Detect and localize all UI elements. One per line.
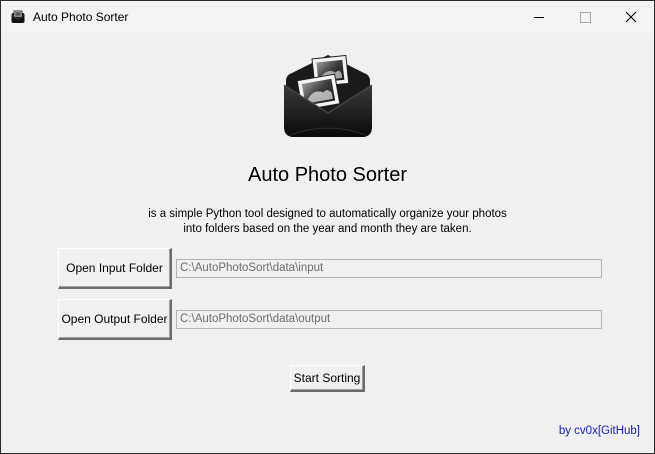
output-folder-path-field[interactable]: C:\AutoPhotoSort\data\output [176, 310, 602, 329]
photo-envelope-icon [11, 10, 25, 24]
window-title: Auto Photo Sorter [33, 10, 129, 24]
app-heading: Auto Photo Sorter [248, 164, 407, 186]
close-button[interactable] [608, 1, 654, 33]
input-folder-path-field[interactable]: C:\AutoPhotoSort\data\input [176, 259, 602, 278]
github-credit-link[interactable]: by cv0x[GitHub] [559, 425, 640, 437]
open-input-folder-button[interactable]: Open Input Folder [58, 248, 172, 289]
maximize-button[interactable] [562, 1, 608, 33]
minimize-icon [534, 17, 544, 18]
minimize-button[interactable] [516, 1, 562, 33]
start-sorting-button[interactable]: Start Sorting [290, 365, 365, 392]
title-bar[interactable]: Auto Photo Sorter [1, 1, 654, 33]
close-icon [625, 11, 637, 23]
app-description: is a simple Python tool designed to auto… [1, 207, 654, 237]
photo-envelope-logo [280, 51, 376, 139]
description-line: is a simple Python tool designed to auto… [148, 208, 507, 220]
description-line: into folders based on the year and month… [183, 223, 472, 235]
app-window: Auto Photo Sorter Auto Photo Sorter is a… [0, 0, 655, 454]
maximize-icon [580, 12, 591, 23]
open-output-folder-button[interactable]: Open Output Folder [58, 299, 172, 340]
